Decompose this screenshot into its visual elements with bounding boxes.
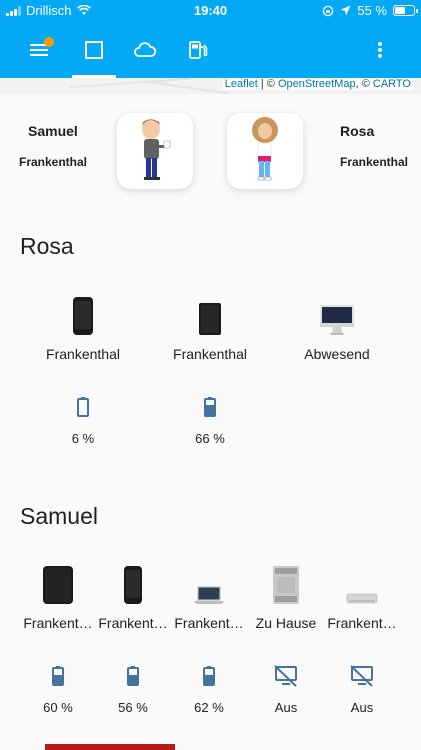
battery-percent: 55 % [357, 3, 387, 18]
device-samuel-mac-mini[interactable]: Frankent… [326, 563, 398, 631]
tablet-icon [43, 566, 73, 604]
battery-level: 62 % [194, 700, 224, 715]
battery-icon [203, 666, 215, 686]
more-options-button[interactable] [362, 32, 398, 68]
device-location: Frankent… [174, 615, 244, 631]
device-location: Frankent… [23, 615, 93, 631]
fuel-pump-icon [189, 41, 208, 59]
device-location: Frankenthal [173, 346, 247, 362]
device-location: Frankenthal [46, 346, 120, 362]
person-location-samuel: Frankenthal [19, 155, 88, 169]
monitor-off-icon [350, 665, 373, 687]
rotation-lock-icon [323, 5, 334, 16]
mac-pro-icon [273, 566, 299, 604]
avatar-samuel-icon [142, 119, 171, 180]
macbook-icon [194, 586, 224, 604]
persons-panel: Samuel Frankenthal Rosa Frankenthal [0, 95, 421, 205]
bottom-card-image [45, 744, 175, 750]
battery-level: 56 % [118, 700, 148, 715]
battery-samuel-tablet[interactable]: 60 % [22, 664, 94, 715]
battery-level: 66 % [195, 431, 225, 446]
device-rosa-phone[interactable]: Frankenthal [33, 294, 133, 362]
device-samuel-mac-pro[interactable]: Zu Hause [250, 563, 322, 631]
display-status: Aus [350, 700, 374, 715]
cloud-icon [134, 42, 157, 57]
tab-overview[interactable] [76, 32, 112, 68]
device-location: Frankent… [327, 615, 397, 631]
device-samuel-tablet[interactable]: Frankent… [22, 563, 94, 631]
battery-rosa-phone[interactable]: 6 % [33, 395, 133, 446]
battery-level: 60 % [43, 700, 73, 715]
battery-icon [127, 666, 139, 686]
display-status-samuel-mac-mini[interactable]: Aus [326, 664, 398, 715]
device-rosa-tablet[interactable]: Frankenthal [160, 294, 260, 362]
person-name-samuel: Samuel [28, 123, 78, 139]
notification-badge [44, 37, 54, 47]
more-vertical-icon [378, 42, 382, 58]
device-location: Abwesend [304, 346, 370, 362]
avatar-samuel[interactable] [117, 113, 193, 189]
person-name-rosa: Rosa [340, 123, 375, 139]
leaflet-link[interactable]: Leaflet [225, 78, 258, 90]
device-location: Frankent… [98, 615, 168, 631]
status-bar: Drillisch 19:40 55 % [0, 0, 421, 22]
display-status-samuel-mac-pro[interactable]: Aus [250, 664, 322, 715]
avatar-rosa[interactable] [227, 113, 303, 189]
phone-icon [124, 566, 142, 604]
battery-icon [204, 397, 216, 417]
battery-status-icon [393, 5, 418, 16]
battery-samuel-macbook[interactable]: 62 % [173, 664, 245, 715]
person-location-rosa: Frankenthal [340, 155, 409, 169]
device-samuel-macbook[interactable]: Frankent… [173, 563, 245, 631]
app-toolbar [0, 22, 421, 78]
openstreetmap-link[interactable]: OpenStreetMap [278, 78, 356, 90]
section-title-rosa: Rosa [20, 233, 74, 259]
device-samuel-phone[interactable]: Frankent… [97, 563, 169, 631]
avatar-rosa-icon [252, 117, 278, 181]
map-attribution: Leaflet | © OpenStreetMap, © CARTO [222, 78, 413, 90]
carto-link[interactable]: CARTO [373, 78, 411, 90]
battery-samuel-phone[interactable]: 56 % [97, 664, 169, 715]
battery-icon [52, 666, 64, 686]
device-rosa-imac[interactable]: Abwesend [287, 294, 387, 362]
location-arrow-icon [340, 5, 351, 16]
mac-mini-icon [346, 593, 378, 604]
battery-low-icon [77, 397, 89, 417]
tablet-icon [199, 303, 221, 335]
tab-weather[interactable] [127, 32, 163, 68]
monitor-off-icon [274, 665, 297, 687]
device-location: Zu Hause [255, 615, 317, 631]
section-title-samuel: Samuel [20, 503, 98, 529]
battery-level: 6 % [71, 431, 95, 446]
phone-icon [73, 297, 93, 335]
tab-fuel[interactable] [180, 32, 216, 68]
display-status: Aus [274, 700, 298, 715]
battery-rosa-tablet[interactable]: 66 % [160, 395, 260, 446]
menu-button[interactable] [22, 32, 58, 68]
imac-icon [320, 305, 354, 335]
square-icon [85, 41, 103, 59]
map-view[interactable]: Leaflet | © OpenStreetMap, © CARTO [0, 78, 421, 94]
